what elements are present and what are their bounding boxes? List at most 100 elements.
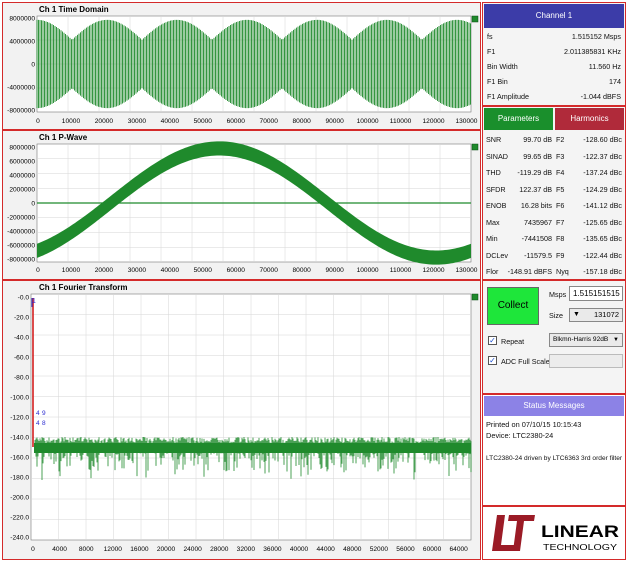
channel-row: fs 1.515152 Msps [483, 32, 625, 44]
harmonic-value: -124.29 dBc [583, 184, 622, 194]
harmonic-label: F4 [556, 168, 565, 177]
fft-harmonic-mark: 4 [36, 410, 40, 417]
pwave-legend-swatch [471, 143, 479, 151]
y-tick-label: 8000000 [9, 16, 35, 23]
adc-full-scale-label: ADC Full Scale [501, 357, 550, 366]
window-dropdown-arrow-icon: ▼ [613, 337, 619, 343]
x-tick-label: 20000 [95, 118, 114, 125]
y-tick-label: -220.0 [10, 515, 29, 522]
param-value: -11579.5 [524, 250, 552, 260]
msps-input[interactable]: 1.515151515 [569, 286, 623, 301]
param-label: THD [486, 168, 501, 177]
x-tick-label: 70000 [260, 267, 279, 274]
param-row: ENOB 16.28 bits F6 -141.12 dBc [483, 201, 625, 213]
y-tick-label: 0 [31, 201, 35, 208]
fft-panel: Ch 1 Fourier Transform -0.0 -20.0 -40.0 -60… [2, 280, 481, 560]
x-tick-label: 16000 [130, 546, 149, 553]
x-tick-label: 130000 [455, 118, 477, 125]
x-tick-label: 60000 [423, 546, 442, 553]
x-tick-label: 0 [36, 267, 40, 274]
harmonic-value: -125.65 dBc [583, 217, 622, 227]
repeat-checkbox[interactable]: ✓ [488, 336, 497, 345]
harmonic-label: F6 [556, 201, 565, 210]
adc-value-box[interactable] [549, 354, 623, 368]
channel-row: F1 Bin 174 [483, 77, 625, 89]
param-value: -119.29 dB [517, 168, 552, 177]
x-tick-label: 24000 [183, 546, 202, 553]
harmonic-value: -128.60 dBc [583, 135, 622, 144]
fft-noise-floor-band [34, 443, 471, 453]
y-tick-label: -100.0 [10, 395, 29, 402]
param-label: Min [486, 234, 498, 243]
status-line-device: Device: LTC2380-24 [486, 431, 554, 440]
fft-harmonic-mark: 9 [42, 410, 46, 417]
channel-row: F1 2.011385831 KHz [483, 47, 625, 59]
channel-row-label: F1 [487, 47, 496, 56]
x-tick-label: 100000 [357, 267, 379, 274]
x-tick-label: 64000 [450, 546, 469, 553]
harmonic-label: Nyq [556, 267, 569, 276]
status-header: Status Messages [484, 396, 624, 416]
param-value: 7435967 [524, 217, 552, 227]
x-tick-label: 40000 [161, 267, 180, 274]
x-tick-label: 8000 [79, 546, 94, 553]
x-tick-label: 30000 [128, 118, 147, 125]
x-tick-label: 130000 [455, 267, 477, 274]
y-tick-label: -60.0 [14, 355, 29, 362]
msps-label: Msps [549, 290, 567, 299]
harmonic-label: F8 [556, 234, 565, 243]
fft-chart[interactable]: -0.0 -20.0 -40.0 -60.0 -80.0 -100.0 -120.0 -140… [3, 281, 480, 559]
x-tick-label: 56000 [396, 546, 415, 553]
size-dropdown-arrow-icon: ▼ [573, 311, 580, 318]
channel-row-label: F1 Amplitude [487, 92, 529, 101]
y-tick-label: 4000000 [9, 173, 35, 180]
logo-subtitle: TECHNOLOGY [543, 543, 618, 552]
pwave-chart[interactable]: 8000000 6000000 4000000 2000000 0 -2000000 -40… [3, 131, 480, 279]
param-value: 16.28 bits [520, 201, 552, 210]
x-tick-label: 90000 [325, 267, 344, 274]
y-tick-label: -0.0 [18, 295, 30, 302]
param-row: Flor -148.91 dBFS Nyq -157.18 dBc [483, 267, 625, 279]
x-tick-label: 10000 [62, 267, 81, 274]
size-select[interactable]: ▼ 131072 [569, 308, 623, 322]
channel-row-value: -1.044 dBFS [580, 92, 621, 101]
y-tick-label: -240.0 [10, 535, 29, 542]
x-tick-label: 0 [31, 546, 35, 553]
param-label: SINAD [486, 151, 508, 161]
x-tick-label: 44000 [316, 546, 335, 553]
param-value: -148.91 dBFS [507, 267, 552, 276]
window-select[interactable]: Blkmn-Harris 92dB ▼ [549, 333, 623, 347]
x-tick-label: 4000 [52, 546, 67, 553]
x-tick-label: 20000 [157, 546, 176, 553]
harmonic-label: F5 [556, 184, 565, 194]
fft-harmonic-mark: 4 [36, 420, 40, 427]
harmonic-label: F3 [556, 151, 565, 161]
y-tick-label: -140.0 [10, 435, 29, 442]
harmonics-header: Harmonics [555, 108, 624, 130]
y-tick-label: 6000000 [9, 159, 35, 166]
y-tick-label: 4000000 [9, 39, 35, 46]
y-tick-label: -180.0 [10, 475, 29, 482]
repeat-label: Repeat [501, 337, 525, 346]
x-tick-label: 60000 [227, 118, 246, 125]
y-tick-label: -8000000 [7, 257, 35, 264]
channel-row-value: 1.515152 Msps [571, 32, 621, 41]
fft-legend-swatch [471, 293, 479, 301]
y-tick-label: 8000000 [9, 145, 35, 152]
param-row: Min -7441508 F8 -135.65 dBc [483, 234, 625, 246]
harmonic-value: -137.24 dBc [583, 168, 622, 177]
harmonic-value: -135.65 dBc [583, 234, 622, 243]
collect-button[interactable]: Collect [487, 287, 539, 325]
parameters-header: Parameters [484, 108, 553, 130]
logo-wordmark: LINEAR [541, 522, 619, 541]
param-row: SINAD 99.65 dB F3 -122.37 dBc [483, 152, 625, 164]
x-tick-label: 60000 [227, 267, 246, 274]
param-label: SNR [486, 135, 502, 144]
size-label: Size [549, 311, 563, 320]
adc-full-scale-checkbox[interactable]: ✓ [488, 356, 497, 365]
time-domain-chart[interactable]: 8000000 4000000 0 -4000000 -8000000 0 10000 20… [3, 3, 480, 129]
harmonic-value: -157.18 dBc [583, 267, 622, 276]
param-value: 122.37 dB [519, 184, 552, 194]
x-tick-label: 90000 [325, 118, 344, 125]
y-tick-label: 2000000 [9, 187, 35, 194]
